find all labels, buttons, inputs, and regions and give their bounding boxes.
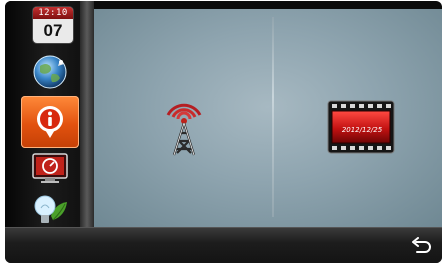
speedometer-tv-icon xyxy=(32,153,68,183)
sidebar-rail xyxy=(80,1,94,227)
panel-divider xyxy=(272,17,274,217)
gallery-tile[interactable]: 2012/12/25 xyxy=(326,99,396,155)
sidebar-item-network[interactable] xyxy=(27,49,73,95)
info-icon xyxy=(37,106,63,138)
back-button[interactable] xyxy=(408,234,434,258)
film-date-label: 2012/12/25 xyxy=(341,126,383,134)
calendar-day: 07 xyxy=(43,21,63,40)
screen-frame: 12:10 07 2012/12/25 xyxy=(5,1,442,263)
sidebar-item-display[interactable] xyxy=(27,145,73,191)
lightbulb-leaf-icon xyxy=(34,195,67,223)
signal-tower-icon xyxy=(166,103,202,156)
back-arrow-icon xyxy=(412,237,431,253)
signal-tile[interactable] xyxy=(154,91,214,159)
globe-icon xyxy=(33,55,67,89)
clock-time: 12:10 xyxy=(33,7,73,19)
bottom-bar xyxy=(5,227,442,263)
calendar-widget[interactable]: 12:10 07 xyxy=(33,7,73,43)
sidebar: 12:10 07 xyxy=(5,1,94,227)
main-panel: 2012/12/25 xyxy=(94,9,442,227)
sidebar-item-info[interactable] xyxy=(21,96,79,148)
